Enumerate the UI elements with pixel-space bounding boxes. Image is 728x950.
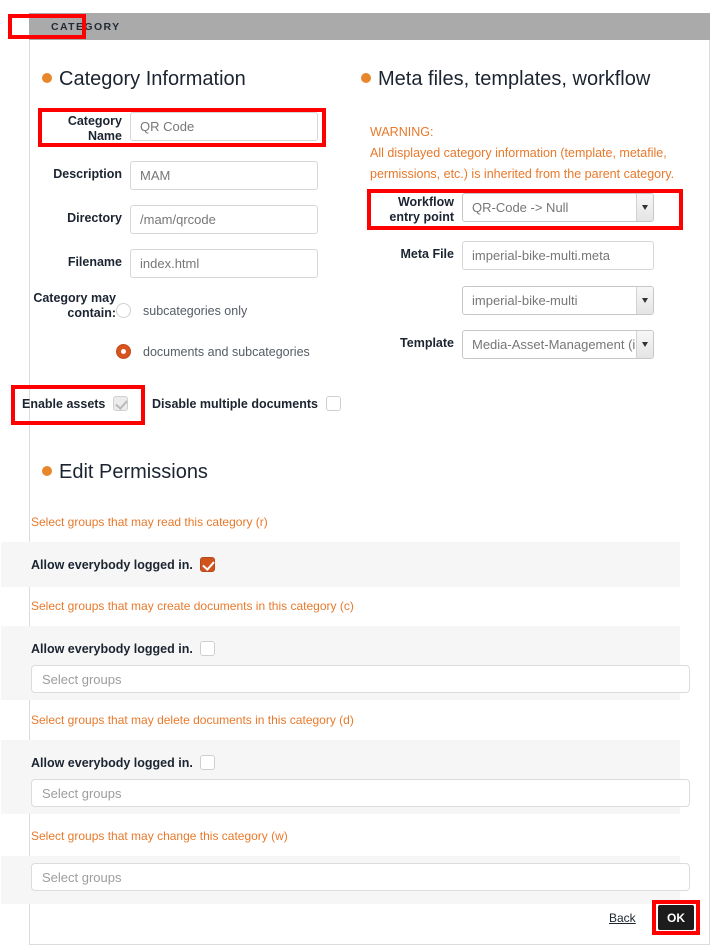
edit-permissions-heading: Edit Permissions (42, 461, 208, 484)
meta-file-label: Meta File (400, 247, 455, 261)
allow-everybody-checkbox-icon-create[interactable] (199, 641, 215, 656)
radio-icon-selected[interactable] (116, 344, 131, 359)
radio-subcategories-only[interactable]: subcategories only (116, 303, 247, 318)
meta-file-input[interactable] (462, 241, 654, 270)
template-select-wrap: Media-Asset-Management (i (462, 330, 654, 359)
tab-category[interactable]: CATEGORY (39, 16, 133, 37)
enable-assets-checkbox-icon[interactable] (113, 396, 129, 411)
select-groups-input-delete[interactable] (31, 779, 690, 807)
category-information-heading: Category Information (42, 68, 246, 91)
bullet-icon (42, 73, 52, 83)
permission-allow-everybody-create[interactable]: Allow everybody logged in. (31, 641, 215, 656)
enable-assets-label: Enable assets (22, 396, 106, 411)
workflow-entry-point-select[interactable]: QR-Code -> Null (462, 193, 654, 222)
bullet-icon (42, 466, 52, 476)
directory-label: Directory (67, 211, 122, 225)
ok-button[interactable]: OK (658, 905, 694, 930)
meta-file-select[interactable]: imperial-bike-multi (462, 286, 654, 315)
toggle-enable-assets[interactable]: Enable assets (22, 396, 129, 411)
field-directory: Directory (28, 205, 318, 234)
permission-allow-everybody-delete[interactable]: Allow everybody logged in. (31, 755, 215, 770)
warning-title: WARNING: (370, 125, 434, 139)
warning-line-2: permissions, etc.) is inherited from the… (370, 167, 675, 181)
category-name-input[interactable] (130, 112, 318, 141)
allow-everybody-checkbox-icon-read[interactable] (199, 557, 215, 572)
allow-everybody-label: Allow everybody logged in. (31, 755, 193, 770)
warning-line-1: All displayed category information (temp… (370, 146, 667, 160)
field-template: Template Media-Asset-Management (i (376, 330, 654, 359)
allow-everybody-label: Allow everybody logged in. (31, 557, 193, 572)
disable-multiple-documents-checkbox-icon[interactable] (326, 396, 342, 411)
category-name-label: Category Name (67, 114, 122, 143)
radio-label: documents and subcategories (143, 344, 310, 359)
workflow-entry-point-select-wrap: QR-Code -> Null (462, 193, 654, 222)
select-groups-input-change[interactable] (31, 863, 690, 891)
field-category-name: Category Name (28, 112, 318, 144)
permission-hint-change: Select groups that may change this categ… (31, 829, 288, 843)
radio-documents-and-subcategories[interactable]: documents and subcategories (116, 344, 310, 359)
allow-everybody-label: Allow everybody logged in. (31, 641, 193, 656)
category-edit-page: CATEGORY Category Information Category N… (0, 0, 728, 950)
window-header-bar: CATEGORY (29, 13, 710, 40)
radio-label: subcategories only (143, 303, 248, 318)
bullet-icon (361, 73, 371, 83)
permission-hint-delete: Select groups that may delete documents … (31, 713, 354, 727)
meta-file-select-wrap: imperial-bike-multi (462, 286, 654, 315)
disable-multiple-documents-label: Disable multiple documents (152, 396, 319, 411)
filename-input[interactable] (130, 249, 318, 278)
permission-hint-create: Select groups that may create documents … (31, 599, 354, 613)
meta-section-heading: Meta files, templates, workflow (361, 68, 650, 91)
toggle-disable-multiple-documents[interactable]: Disable multiple documents (152, 396, 342, 411)
template-label: Template (400, 336, 454, 350)
inheritance-warning: WARNING: All displayed category informat… (370, 122, 674, 185)
allow-everybody-checkbox-icon-delete[interactable] (199, 755, 215, 770)
description-label: Description (53, 167, 122, 181)
field-meta-file: Meta File (376, 241, 654, 270)
back-link[interactable]: Back (609, 911, 636, 925)
field-workflow-entry-point: Workflow entry point QR-Code -> Null (376, 193, 654, 225)
select-groups-input-create[interactable] (31, 665, 690, 693)
description-input[interactable] (130, 161, 318, 190)
permission-hint-read: Select groups that may read this categor… (31, 515, 268, 529)
radio-icon-unselected[interactable] (116, 303, 131, 318)
directory-input[interactable] (130, 205, 318, 234)
filename-label: Filename (67, 255, 122, 269)
template-select[interactable]: Media-Asset-Management (i (462, 330, 654, 359)
field-description: Description (28, 161, 318, 190)
field-filename: Filename (28, 249, 318, 278)
category-may-contain-label: Category may contain: (33, 291, 116, 320)
permission-allow-everybody-read[interactable]: Allow everybody logged in. (31, 557, 215, 572)
workflow-entry-point-label: Workflow entry point (389, 195, 454, 224)
